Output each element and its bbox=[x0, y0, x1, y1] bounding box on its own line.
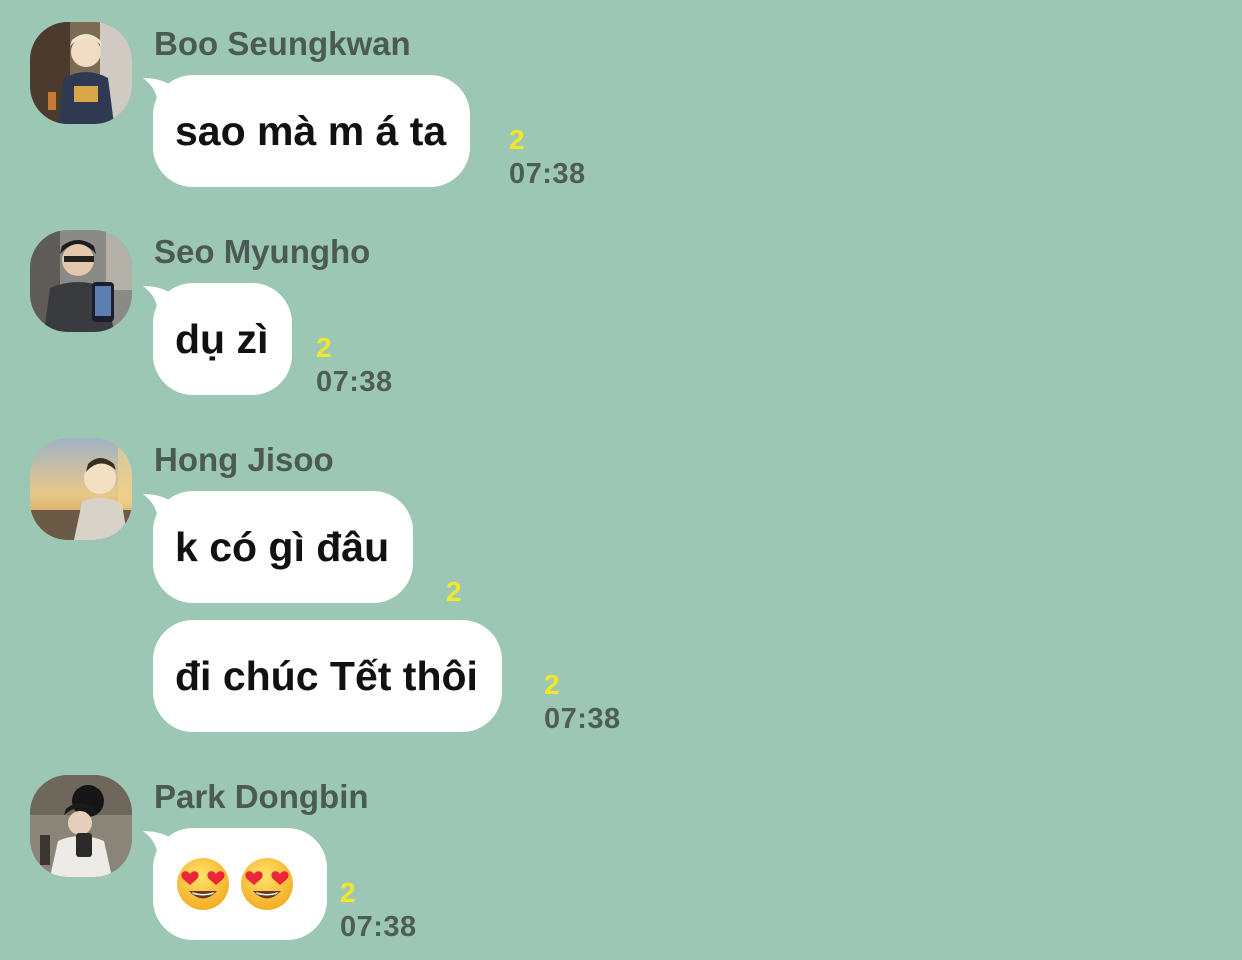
avatar-photo bbox=[30, 230, 132, 332]
unread-count: 2 bbox=[340, 877, 356, 908]
sender-name: Boo Seungkwan bbox=[154, 25, 411, 62]
message-text: dụ zì bbox=[175, 315, 269, 362]
timestamp: 07:38 bbox=[316, 366, 393, 398]
message-bubble[interactable]: dụ zì bbox=[153, 283, 293, 395]
unread-count: 2 bbox=[509, 124, 525, 155]
avatar[interactable] bbox=[30, 775, 132, 877]
avatar[interactable] bbox=[30, 22, 132, 124]
avatar-photo bbox=[30, 438, 132, 540]
sender-name: Hong Jisoo bbox=[154, 441, 334, 478]
sender-name: Park Dongbin bbox=[154, 778, 369, 815]
message-meta: 2 07:38 bbox=[509, 124, 586, 192]
message-text: sao mà m á ta bbox=[175, 107, 447, 154]
message-meta: 2 07:38 bbox=[316, 332, 393, 400]
message-bubble[interactable]: đi chúc Tết thôi bbox=[153, 620, 502, 732]
message-bubble[interactable]: k có gì đâu bbox=[153, 491, 414, 603]
avatar-photo bbox=[30, 775, 132, 877]
message-meta: 2 07:38 bbox=[340, 877, 417, 945]
message-meta: 2 07:38 bbox=[544, 669, 621, 737]
avatar-photo bbox=[30, 22, 132, 124]
unread-count: 2 bbox=[316, 332, 332, 363]
avatar[interactable] bbox=[30, 230, 132, 332]
timestamp: 07:38 bbox=[340, 911, 417, 943]
message-text: k có gì đâu bbox=[175, 523, 390, 570]
sender-name: Seo Myungho bbox=[154, 233, 371, 270]
unread-count: 2 bbox=[544, 669, 560, 700]
message-bubble[interactable] bbox=[153, 828, 327, 940]
chat-view: Boo Seungkwan sao mà m á ta 2 07:38 Seo … bbox=[0, 0, 1242, 960]
timestamp: 07:38 bbox=[509, 158, 586, 190]
timestamp: 07:38 bbox=[544, 703, 621, 735]
unread-count: 2 bbox=[446, 576, 462, 607]
message-bubble[interactable]: sao mà m á ta bbox=[153, 75, 471, 187]
avatar[interactable] bbox=[30, 438, 132, 540]
heart-eyes-emoji-icon bbox=[241, 858, 293, 910]
message-meta: 2 bbox=[446, 576, 462, 608]
message-text: đi chúc Tết thôi bbox=[175, 652, 478, 699]
heart-eyes-emoji-icon bbox=[177, 858, 229, 910]
